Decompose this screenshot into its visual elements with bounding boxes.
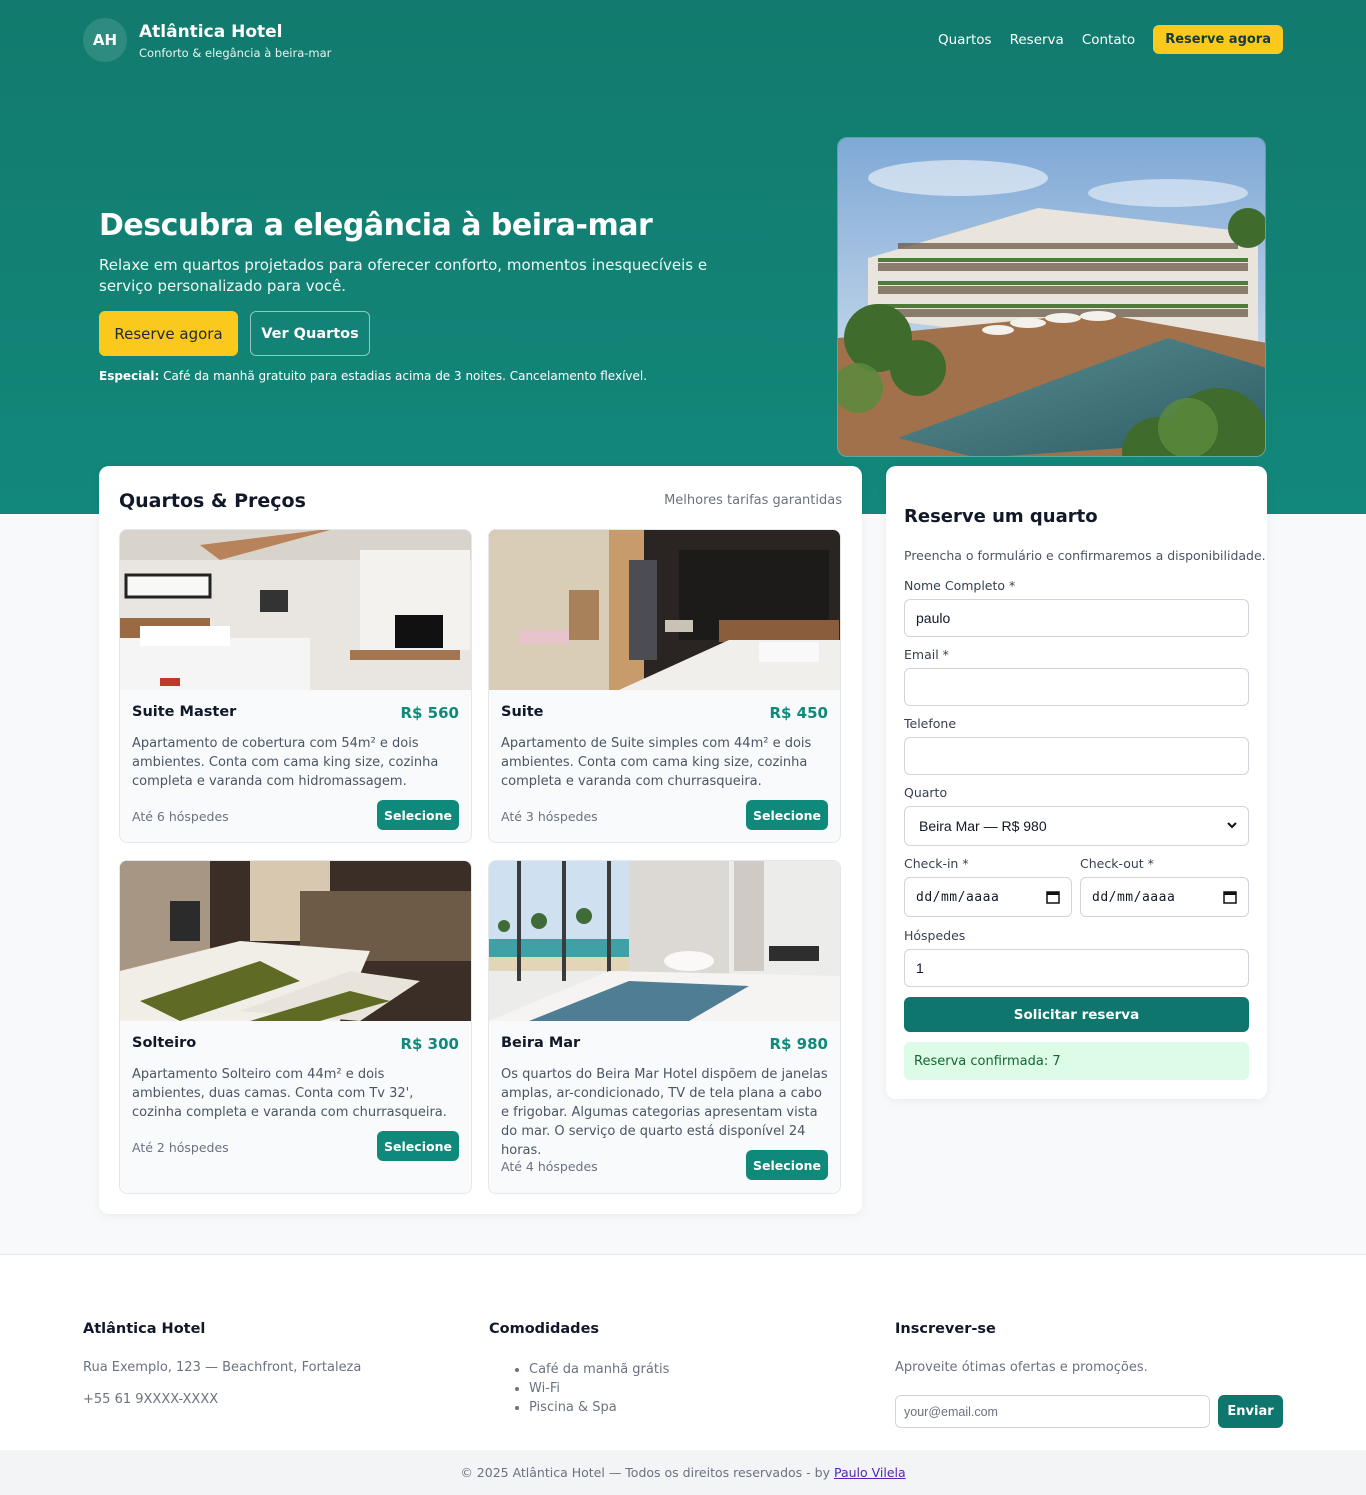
room-photo bbox=[120, 530, 471, 690]
room-price: R$ 980 bbox=[769, 1035, 828, 1053]
hotel-photo bbox=[837, 137, 1266, 457]
rooms-panel: Quartos & Preços Melhores tarifas garant… bbox=[99, 466, 862, 1214]
chevron-down-icon bbox=[1227, 822, 1237, 829]
copyright-text: © 2025 Atlântica Hotel — Todos os direit… bbox=[460, 1465, 830, 1480]
subscribe-title: Inscrever-se bbox=[895, 1321, 996, 1337]
phone-field[interactable] bbox=[904, 737, 1249, 775]
calendar-icon[interactable] bbox=[1223, 890, 1237, 904]
logo-badge[interactable]: AH bbox=[83, 18, 127, 62]
room-photo bbox=[489, 861, 840, 1021]
rooms-note: Melhores tarifas garantidas bbox=[664, 493, 842, 508]
hotel-illustration bbox=[838, 138, 1265, 456]
select-room-button[interactable]: Selecione bbox=[746, 800, 828, 830]
newsletter-submit-button[interactable]: Enviar bbox=[1218, 1395, 1283, 1428]
room-select[interactable]: Beira Mar — R$ 980 bbox=[904, 806, 1249, 846]
select-room-button[interactable]: Selecione bbox=[377, 1131, 459, 1161]
hero-reserve-button[interactable]: Reserve agora bbox=[99, 311, 238, 356]
footer-amenities: Comodidades Café da manhã grátis Wi-Fi P… bbox=[489, 1321, 669, 1417]
guests-field[interactable]: 1 bbox=[904, 949, 1249, 987]
nav-link-reserva[interactable]: Reserva bbox=[1010, 32, 1064, 48]
confirmation-message: Reserva confirmada: 7 bbox=[904, 1042, 1249, 1080]
checkout-field[interactable]: dd/mm/aaaa bbox=[1080, 877, 1249, 917]
rooms-title: Quartos & Preços bbox=[119, 490, 306, 512]
booking-title: Reserve um quarto bbox=[904, 506, 1098, 527]
brand-name[interactable]: Atlântica Hotel bbox=[139, 22, 283, 42]
booking-subtitle: Preencha o formulário e confirmaremos a … bbox=[904, 548, 1266, 563]
special-offer: Especial: Café da manhã gratuito para es… bbox=[99, 369, 647, 383]
footer: Atlântica Hotel Rua Exemplo, 123 — Beach… bbox=[0, 1254, 1366, 1450]
room-name: Solteiro bbox=[132, 1035, 197, 1051]
select-room-button[interactable]: Selecione bbox=[746, 1150, 828, 1180]
booking-panel: Reserve um quarto Preencha o formulário … bbox=[886, 466, 1267, 1099]
room-select-value: Beira Mar — R$ 980 bbox=[919, 818, 1047, 834]
nav-link-quartos[interactable]: Quartos bbox=[938, 32, 992, 48]
room-name: Suite Master bbox=[132, 704, 237, 720]
room-price: R$ 560 bbox=[400, 704, 459, 722]
hero-title: Descubra a elegância à beira-mar bbox=[99, 208, 653, 243]
room-card-beira-mar: Beira Mar R$ 980 Os quartos do Beira Mar… bbox=[488, 860, 841, 1194]
special-label: Especial: bbox=[99, 369, 160, 383]
special-text: Café da manhã gratuito para estadias aci… bbox=[163, 369, 648, 383]
email-field[interactable] bbox=[904, 668, 1249, 706]
checkin-label: Check-in * bbox=[904, 856, 969, 871]
guests-label: Hóspedes bbox=[904, 928, 966, 943]
amenities-title: Comodidades bbox=[489, 1321, 600, 1337]
room-price: R$ 450 bbox=[769, 704, 828, 722]
select-room-button[interactable]: Selecione bbox=[377, 800, 459, 830]
room-card-solteiro: Solteiro R$ 300 Apartamento Solteiro com… bbox=[119, 860, 472, 1194]
room-guests: Até 2 hóspedes bbox=[132, 1140, 229, 1155]
submit-reservation-button[interactable]: Solicitar reserva bbox=[904, 997, 1249, 1032]
checkout-label: Check-out * bbox=[1080, 856, 1154, 871]
nav-link-contato[interactable]: Contato bbox=[1082, 32, 1135, 48]
room-card-suite-master: Suite Master R$ 560 Apartamento de cober… bbox=[119, 529, 472, 843]
top-navbar: AH Atlântica Hotel Conforto & elegância … bbox=[83, 18, 1283, 64]
room-guests: Até 6 hóspedes bbox=[132, 809, 229, 824]
room-name: Suite bbox=[501, 704, 544, 720]
author-link[interactable]: Paulo Vilela bbox=[834, 1465, 906, 1480]
footer-about: Atlântica Hotel Rua Exemplo, 123 — Beach… bbox=[83, 1321, 361, 1407]
phone-label: Telefone bbox=[904, 716, 957, 731]
room-photo bbox=[120, 861, 471, 1021]
amenity-item: Wi-Fi bbox=[529, 1379, 669, 1398]
nav-reserve-button[interactable]: Reserve agora bbox=[1153, 25, 1283, 54]
copyright-bar: © 2025 Atlântica Hotel — Todos os direit… bbox=[0, 1450, 1366, 1495]
view-rooms-button[interactable]: Ver Quartos bbox=[250, 311, 370, 356]
amenities-list: Café da manhã grátis Wi-Fi Piscina & Spa bbox=[483, 1360, 669, 1417]
room-guests: Até 4 hóspedes bbox=[501, 1159, 598, 1174]
room-photo bbox=[489, 530, 840, 690]
room-price: R$ 300 bbox=[400, 1035, 459, 1053]
calendar-icon[interactable] bbox=[1046, 890, 1060, 904]
room-name: Beira Mar bbox=[501, 1035, 581, 1051]
footer-phone: +55 61 9XXXX-XXXX bbox=[83, 1392, 219, 1407]
room-description: Apartamento de cobertura com 54m² e dois… bbox=[132, 736, 439, 789]
amenity-item: Café da manhã grátis bbox=[529, 1360, 669, 1379]
email-label: Email * bbox=[904, 647, 949, 662]
checkout-placeholder: dd/mm/aaaa bbox=[1092, 889, 1176, 905]
footer-subscribe: Inscrever-se Aproveite ótimas ofertas e … bbox=[895, 1321, 1148, 1375]
name-label: Nome Completo * bbox=[904, 578, 1016, 593]
main-nav: Quartos Reserva Contato Reserve agora bbox=[938, 25, 1283, 54]
room-description: Os quartos do Beira Mar Hotel dispõem de… bbox=[501, 1067, 828, 1158]
amenity-item: Piscina & Spa bbox=[529, 1398, 669, 1417]
brand-tagline: Conforto & elegância à beira-mar bbox=[139, 46, 332, 60]
checkin-placeholder: dd/mm/aaaa bbox=[916, 889, 1000, 905]
name-field[interactable]: paulo bbox=[904, 599, 1249, 637]
room-description: Apartamento de Suite simples com 44m² e … bbox=[501, 736, 812, 789]
room-label: Quarto bbox=[904, 785, 948, 800]
room-description: Apartamento Solteiro com 44m² e dois amb… bbox=[132, 1067, 447, 1120]
room-guests: Até 3 hóspedes bbox=[501, 809, 598, 824]
footer-address: Rua Exemplo, 123 — Beachfront, Fortaleza bbox=[83, 1360, 362, 1375]
room-card-suite: Suite R$ 450 Apartamento de Suite simple… bbox=[488, 529, 841, 843]
checkin-field[interactable]: dd/mm/aaaa bbox=[904, 877, 1072, 917]
subscribe-text: Aproveite ótimas ofertas e promoções. bbox=[895, 1360, 1148, 1375]
hero-subtitle: Relaxe em quartos projetados para oferec… bbox=[99, 256, 708, 295]
newsletter-email-input[interactable]: your@email.com bbox=[895, 1395, 1210, 1428]
footer-brand: Atlântica Hotel bbox=[83, 1321, 206, 1337]
